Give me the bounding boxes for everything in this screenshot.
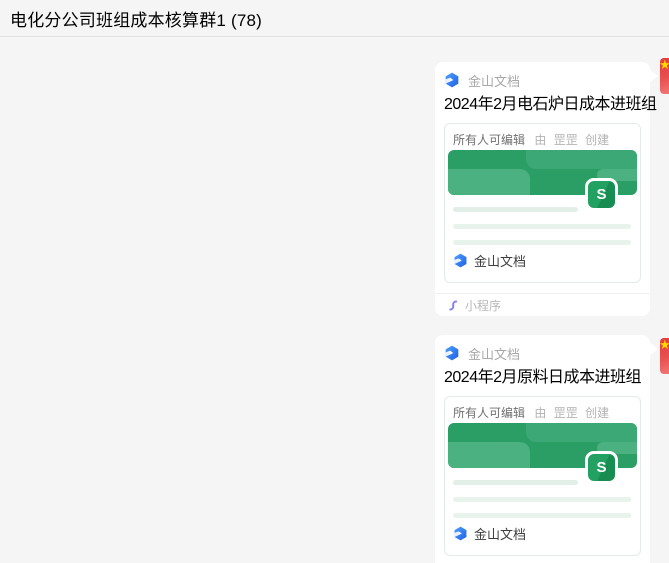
- spreadsheet-badge-icon: S: [585, 451, 618, 484]
- skeleton-line: [453, 207, 578, 212]
- banner-shape: [526, 423, 637, 442]
- card-source-row: 金山文档: [444, 345, 641, 361]
- preview-brand-label: 金山文档: [474, 524, 526, 543]
- doc-preview-box[interactable]: 所有人可编辑 由 罡罡 创建 S: [444, 396, 641, 556]
- banner-shape: [526, 150, 637, 169]
- skeleton-line: [453, 480, 578, 485]
- doc-share-card[interactable]: 金山文档 2024年2月原料日成本进班组 所有人可编辑 由 罡罡 创建 S: [435, 335, 650, 563]
- meta-by: 由: [534, 406, 546, 420]
- permission-label: 所有人可编辑: [453, 133, 525, 147]
- sender-avatar[interactable]: ★: [660, 58, 669, 94]
- meta-by: 由: [534, 133, 546, 147]
- creator-name: 罡罡: [554, 133, 578, 147]
- chat-header: 电化分公司班组成本核算群1 (78): [0, 0, 669, 37]
- mini-program-icon: [447, 299, 460, 312]
- card-source-label: 金山文档: [468, 344, 520, 363]
- banner-shape: [448, 169, 530, 195]
- doc-share-card[interactable]: 金山文档 2024年2月电石炉日成本进班组 所有人可编辑 由 罡罡 创建 S: [435, 62, 650, 316]
- doc-meta-row: 所有人可编辑 由 罡罡 创建: [453, 404, 609, 421]
- doc-title: 2024年2月原料日成本进班组: [444, 368, 641, 388]
- banner-shape: [448, 442, 530, 468]
- mini-program-label: 小程序: [465, 297, 501, 314]
- preview-brand-row: 金山文档: [453, 251, 526, 270]
- kingsoft-docs-logo-icon: [444, 345, 460, 361]
- kingsoft-docs-logo-icon: [453, 253, 468, 268]
- creator-name: 罡罡: [554, 406, 578, 420]
- card-source-label: 金山文档: [468, 71, 520, 90]
- skeleton-line: [453, 513, 631, 518]
- chat-message-area: ★ 金山文档 2024年2月电石炉日成本进班组 所有人可编辑 由: [0, 38, 669, 563]
- doc-meta-row: 所有人可编辑 由 罡罡 创建: [453, 131, 609, 148]
- mini-program-footer: 小程序: [435, 293, 650, 316]
- sender-avatar[interactable]: ★: [660, 338, 669, 374]
- flag-star-icon: ★: [660, 338, 669, 351]
- flag-star-icon: ★: [660, 58, 669, 71]
- skeleton-line: [453, 224, 631, 229]
- skeleton-line: [453, 497, 631, 502]
- doc-title: 2024年2月电石炉日成本进班组: [444, 95, 641, 115]
- preview-brand-label: 金山文档: [474, 251, 526, 270]
- kingsoft-docs-logo-icon: [453, 526, 468, 541]
- bubble-tail: [649, 69, 658, 83]
- card-source-row: 金山文档: [444, 72, 641, 88]
- kingsoft-docs-logo-icon: [444, 72, 460, 88]
- preview-brand-row: 金山文档: [453, 524, 526, 543]
- meta-created: 创建: [585, 133, 609, 147]
- bubble-tail: [649, 342, 658, 356]
- spreadsheet-badge-icon: S: [585, 178, 618, 211]
- permission-label: 所有人可编辑: [453, 406, 525, 420]
- meta-created: 创建: [585, 406, 609, 420]
- doc-preview-box[interactable]: 所有人可编辑 由 罡罡 创建 S: [444, 123, 641, 283]
- chat-title: 电化分公司班组成本核算群1 (78): [10, 6, 262, 31]
- skeleton-line: [453, 240, 631, 245]
